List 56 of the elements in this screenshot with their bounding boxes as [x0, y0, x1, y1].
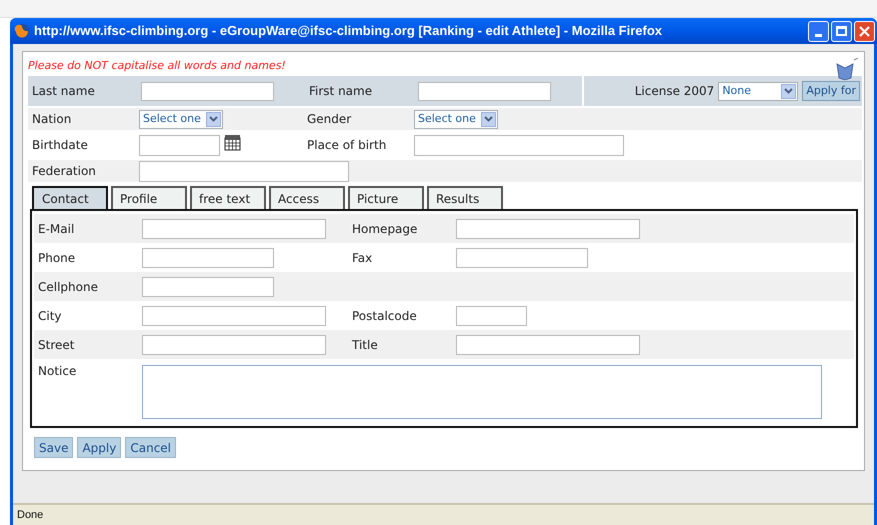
browser-logo-icon	[14, 23, 30, 39]
field-label: City	[38, 308, 62, 324]
dropdown[interactable]: Select one	[139, 110, 223, 128]
text-field[interactable]	[456, 218, 640, 238]
field-label: First name	[309, 83, 372, 100]
text-field[interactable]	[141, 82, 274, 100]
field-label: Place of birth	[307, 137, 386, 154]
apply-for-button[interactable]: Apply for	[802, 81, 860, 101]
help-book-icon[interactable]	[834, 58, 860, 80]
text-field[interactable]	[142, 248, 274, 268]
field-label: Postalcode	[352, 308, 417, 324]
text-field[interactable]	[414, 134, 624, 156]
field-label: Gender	[307, 111, 352, 128]
notice-textarea[interactable]	[142, 365, 822, 419]
warning-text: Please do NOT capitalise all words and names!	[28, 58, 286, 74]
dropdown[interactable]: None	[718, 82, 798, 100]
close-icon	[859, 26, 870, 36]
text-field[interactable]	[139, 160, 349, 182]
form-button[interactable]: Apply	[77, 437, 122, 458]
license-label: License 2007	[634, 83, 714, 100]
window-title: http://www.ifsc-climbing.org - eGroupWare@ifsc-climbing.org [Ranking - edit Athlete] - Mozilla Firefox	[34, 22, 664, 40]
field-label: Phone	[38, 250, 76, 266]
field-label: Fax	[352, 250, 372, 266]
tab[interactable]: Results	[427, 186, 503, 209]
tab[interactable]: Picture	[348, 186, 424, 209]
text-field[interactable]	[142, 334, 326, 354]
tab[interactable]: Profile	[111, 186, 187, 209]
close-button[interactable]	[854, 20, 875, 42]
dropdown[interactable]: Select one	[414, 110, 498, 128]
field-label: Title	[352, 336, 378, 354]
text-field[interactable]	[142, 306, 326, 326]
field-label: Cellphone	[38, 278, 98, 296]
text-field[interactable]	[456, 334, 640, 354]
field-label: Nation	[32, 111, 72, 128]
text-field[interactable]	[142, 218, 326, 238]
form-button[interactable]: Cancel	[125, 437, 176, 458]
date-field[interactable]	[139, 134, 220, 156]
status-text: Done	[17, 508, 44, 523]
text-field[interactable]	[456, 306, 527, 326]
field-label: Street	[38, 336, 74, 354]
text-field[interactable]	[456, 248, 588, 268]
form-button[interactable]: Save	[34, 437, 74, 458]
minimize-button[interactable]	[808, 20, 829, 42]
text-field[interactable]	[418, 82, 551, 100]
tab[interactable]: free text	[190, 186, 266, 209]
field-label: Last name	[32, 83, 95, 100]
tab[interactable]: Contact	[32, 186, 108, 209]
field-label: Federation	[32, 163, 96, 180]
maximize-button[interactable]	[831, 20, 852, 42]
text-field[interactable]	[142, 276, 274, 296]
field-label: Homepage	[352, 220, 418, 238]
field-label: Notice	[38, 363, 76, 380]
field-label: E-Mail	[38, 220, 74, 238]
calendar-icon[interactable]	[224, 134, 241, 150]
field-label: Birthdate	[32, 137, 88, 154]
tab[interactable]: Access	[269, 186, 345, 209]
